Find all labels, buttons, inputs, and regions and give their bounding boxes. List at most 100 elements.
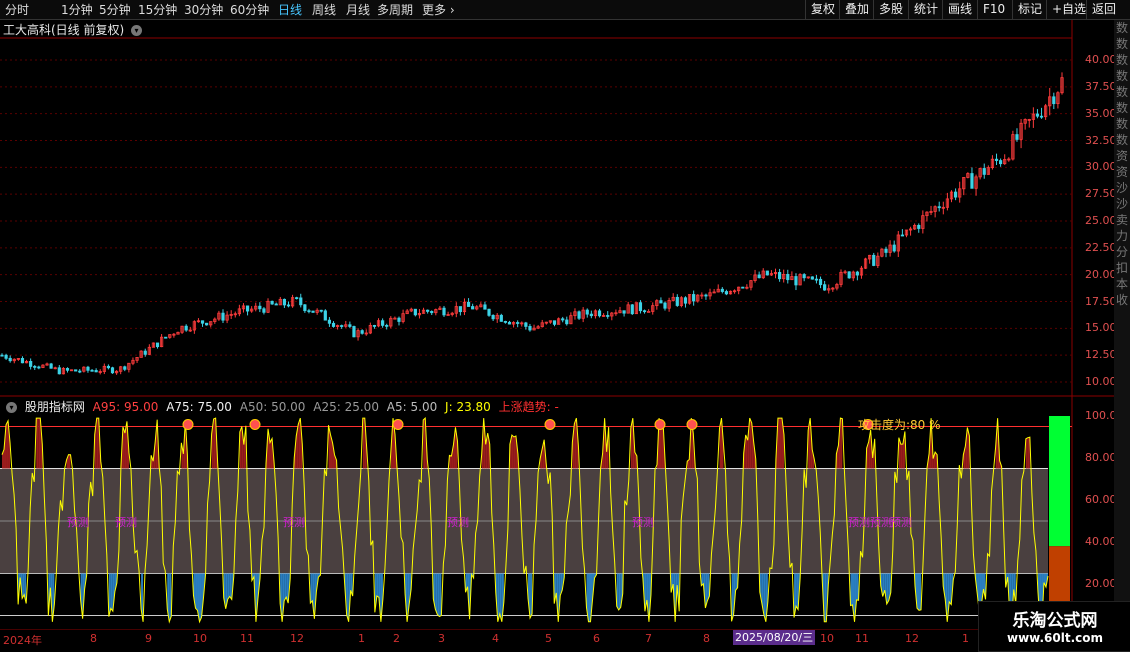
oversold-fill (886, 573, 889, 605)
candle-body (937, 206, 941, 209)
candle-body (675, 296, 679, 306)
overbought-fill (38, 418, 41, 469)
candle-body (507, 321, 512, 325)
overbought-fill (779, 418, 782, 469)
predict-label: 预测 (632, 516, 654, 529)
candle-body (33, 366, 37, 368)
indicator-name[interactable]: 股朋指标网 (25, 400, 85, 414)
oversold-fill (110, 573, 113, 612)
indicator-a95: A95: 95.00 (92, 400, 159, 414)
candle-body (20, 358, 25, 364)
candle-body (814, 278, 819, 281)
candle-body (466, 301, 471, 307)
candle-body (340, 325, 344, 327)
candle-body (642, 310, 647, 313)
date-tick-label: 10 (820, 632, 834, 645)
right-strip-char: 卖 (1115, 213, 1128, 227)
candle-body (663, 302, 667, 309)
candle-body (1035, 113, 1040, 117)
oversold-fill (919, 573, 922, 611)
candle-body (430, 311, 434, 314)
right-strip-char: 本 (1115, 277, 1128, 291)
candle-body (818, 278, 823, 286)
candle-body (589, 313, 593, 317)
candle-body (274, 303, 278, 306)
candle-body (8, 357, 12, 362)
candle-body (741, 286, 745, 289)
candle-body (458, 306, 462, 313)
candle-body (86, 366, 90, 371)
candle-body (565, 319, 569, 325)
indicator-tick-label: 60.00 (1085, 493, 1117, 506)
overbought-fill (36, 418, 39, 469)
kline-chart[interactable] (0, 0, 1114, 630)
candle-body (872, 254, 876, 266)
candle-body (802, 274, 806, 279)
candle-body (29, 361, 33, 367)
candle-body (786, 274, 790, 281)
overbought-fill (900, 444, 903, 469)
overbought-fill (777, 418, 780, 469)
candle-body (487, 308, 491, 316)
indicator-tick-label: 80.00 (1085, 451, 1117, 464)
candle-body (106, 365, 111, 369)
candle-body (4, 354, 8, 359)
candle-body (270, 300, 274, 305)
overbought-fill (574, 418, 577, 469)
predict-label: 预测 (890, 516, 912, 529)
indicator-tick-label: 40.00 (1085, 535, 1117, 548)
date-tick-label: 4 (492, 632, 499, 645)
watermark-title: 乐淘公式网 (1012, 611, 1098, 631)
right-strip-char: 数 (1115, 53, 1128, 67)
date-tick-label: 6 (593, 632, 600, 645)
date-tick-label: 3 (438, 632, 445, 645)
overbought-fill (840, 418, 843, 469)
price-tick-label: 15.00 (1085, 321, 1117, 335)
candle-body (561, 318, 565, 321)
candle-body (94, 370, 98, 373)
right-strip-char: 资 (1115, 149, 1128, 163)
watermark-url: www.60lt.com (1006, 631, 1104, 645)
candle-body (442, 307, 446, 316)
right-strip-char: 资 (1115, 165, 1128, 179)
candle-body (794, 276, 798, 286)
date-tick-label: 10 (193, 632, 207, 645)
price-tick-label: 27.50 (1085, 187, 1117, 201)
signal-marker (182, 419, 194, 430)
signal-marker (249, 419, 261, 430)
price-tick-label: 17.50 (1085, 294, 1117, 308)
candle-body (597, 310, 602, 317)
candle-body (1052, 96, 1056, 105)
candle-body (917, 224, 921, 229)
candle-body (757, 274, 761, 279)
strength-bar-green (1049, 416, 1070, 547)
candle-body (372, 325, 377, 327)
candle-body (123, 366, 127, 370)
price-tick-label: 20.00 (1085, 267, 1117, 281)
candle-body (164, 336, 168, 339)
candle-body (638, 302, 643, 312)
oversold-fill (195, 573, 198, 611)
candle-body (110, 367, 115, 374)
price-tick-label: 32.50 (1085, 133, 1117, 147)
chevron-down-icon[interactable]: ▾ (6, 402, 17, 413)
candle-body (982, 168, 986, 175)
date-highlight: 2025/08/20/三 (733, 630, 816, 645)
candle-body (884, 248, 888, 253)
oversold-fill (437, 573, 440, 617)
candle-body (319, 309, 323, 312)
candle-body (994, 158, 999, 161)
oversold-fill (949, 573, 952, 605)
right-strip-char: 分 (1115, 245, 1128, 259)
candle-body (577, 311, 581, 319)
price-tick-label: 25.00 (1085, 214, 1117, 227)
candle-body (262, 308, 266, 313)
candle-body (155, 342, 160, 348)
candle-body (286, 304, 291, 307)
candle-body (970, 173, 974, 189)
oversold-fill (199, 573, 202, 622)
candle-body (499, 314, 503, 322)
candle-body (78, 370, 82, 373)
predict-label: 预测 (447, 516, 469, 529)
oversold-fill (376, 573, 379, 598)
